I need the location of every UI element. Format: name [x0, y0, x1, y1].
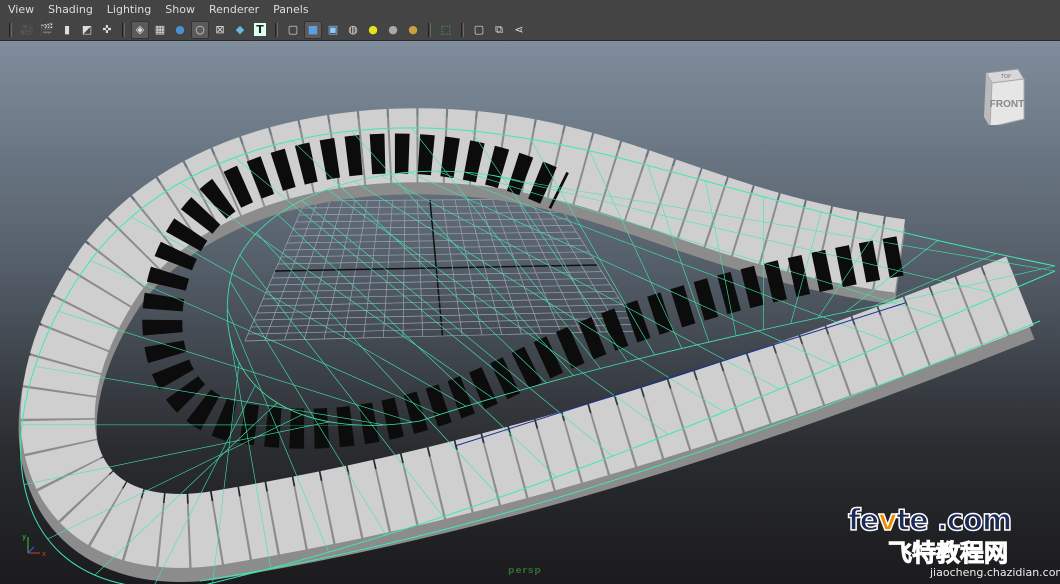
menu-lighting[interactable]: Lighting	[107, 3, 151, 16]
toolbar-separator	[461, 22, 464, 37]
2d-pan-zoom-button[interactable]: ✜	[98, 21, 116, 39]
shadows-button[interactable]: ●	[384, 21, 402, 39]
use-all-lights-button[interactable]: ●	[364, 21, 382, 39]
viewcube-top-label: TOP	[1000, 74, 1011, 80]
default-light-icon: ●	[408, 23, 418, 36]
wireframe-on-shaded-button[interactable]: ▣	[324, 21, 342, 39]
menu-renderer[interactable]: Renderer	[209, 3, 259, 16]
grid-icon: ◈	[135, 23, 145, 36]
wireframe-icon: ▢	[287, 23, 299, 36]
share-icon: ⋖	[514, 23, 524, 36]
default-light-button[interactable]: ●	[404, 21, 422, 39]
xray-joints-button[interactable]: ⧉	[490, 21, 508, 39]
safe-action-icon: ○	[195, 23, 205, 36]
texture-icon: T	[254, 23, 266, 36]
textured-button[interactable]: ◍	[344, 21, 362, 39]
safe-title-button[interactable]: ◆	[231, 21, 249, 39]
bookmark-icon: ▮	[63, 23, 71, 36]
axis-indicator: y x	[20, 531, 50, 565]
xray-button[interactable]: ▢	[470, 21, 488, 39]
watermark-logo: fevte .com 飞特教程网 jiaocheng.chazidian.com	[847, 502, 1060, 579]
wireframe-on-shaded-icon: ▣	[327, 23, 339, 36]
texture-button[interactable]: T	[251, 21, 269, 39]
menu-view[interactable]: View	[8, 3, 34, 16]
isolate-select-icon: ⬚	[440, 23, 452, 36]
film-gate-button[interactable]: ▦	[151, 21, 169, 39]
textured-icon: ◍	[348, 23, 358, 36]
safe-action-button[interactable]: ○	[191, 20, 209, 39]
perspective-viewport[interactable]: TOP FRONT y x persp fevte .com 飞特教程网 jia…	[0, 41, 1060, 584]
viewcube-front-label: FRONT	[990, 99, 1024, 110]
resolution-gate-icon: ●	[175, 23, 185, 36]
camera-select-button[interactable]: 🎬	[38, 21, 56, 39]
camera-label: persp	[508, 566, 542, 576]
toolbar-separator	[122, 22, 125, 37]
wireframe-button[interactable]: ▢	[284, 21, 302, 39]
camera-attributes-icon: 🎥	[20, 23, 34, 36]
grid-button[interactable]: ◈	[131, 20, 149, 39]
panel-toolbar: 🎥 🎬 ▮ ◩ ✜ ◈ ▦ ● ○ ⊠ ◆ T ▢ ■ ▣ ◍ ● ● ● ⬚ ▢ ⧉ ⋖	[0, 19, 1060, 41]
share-button[interactable]: ⋖	[510, 21, 528, 39]
view-cube[interactable]: TOP FRONT	[980, 65, 1026, 128]
resolution-gate-button[interactable]: ●	[171, 21, 189, 39]
image-plane-icon: ◩	[81, 23, 93, 36]
menu-panels[interactable]: Panels	[273, 3, 308, 16]
film-gate-icon: ▦	[154, 23, 166, 36]
toolbar-separator	[275, 22, 278, 37]
field-chart-button[interactable]: ⊠	[211, 21, 229, 39]
field-chart-icon: ⊠	[215, 23, 225, 36]
menu-show[interactable]: Show	[165, 3, 195, 16]
wireframe-rib	[180, 182, 493, 399]
xray-icon: ▢	[473, 23, 485, 36]
bookmark-button[interactable]: ▮	[58, 21, 76, 39]
image-plane-button[interactable]: ◩	[78, 21, 96, 39]
camera-select-icon: 🎬	[40, 23, 54, 36]
svg-text:y: y	[22, 533, 26, 541]
wireframe-rib	[131, 216, 467, 407]
ground-grid	[244, 198, 641, 342]
smooth-shade-icon: ■	[307, 23, 319, 36]
camera-attributes-button[interactable]: 🎥	[18, 21, 36, 39]
safe-title-icon: ◆	[235, 23, 245, 36]
2d-pan-zoom-icon: ✜	[102, 23, 112, 36]
smooth-shade-button[interactable]: ■	[304, 20, 322, 39]
wireframe-rib	[256, 232, 501, 498]
menu-bar: View Shading Lighting Show Renderer Pane…	[0, 0, 1060, 19]
isolate-select-button[interactable]: ⬚	[437, 21, 455, 39]
toolbar-separator	[9, 22, 12, 37]
svg-text:x: x	[42, 550, 46, 558]
use-all-lights-icon: ●	[368, 23, 378, 36]
toolbar-separator	[428, 22, 431, 37]
xray-joints-icon: ⧉	[495, 22, 503, 36]
menu-shading[interactable]: Shading	[48, 3, 93, 16]
shadows-icon: ●	[388, 23, 398, 36]
